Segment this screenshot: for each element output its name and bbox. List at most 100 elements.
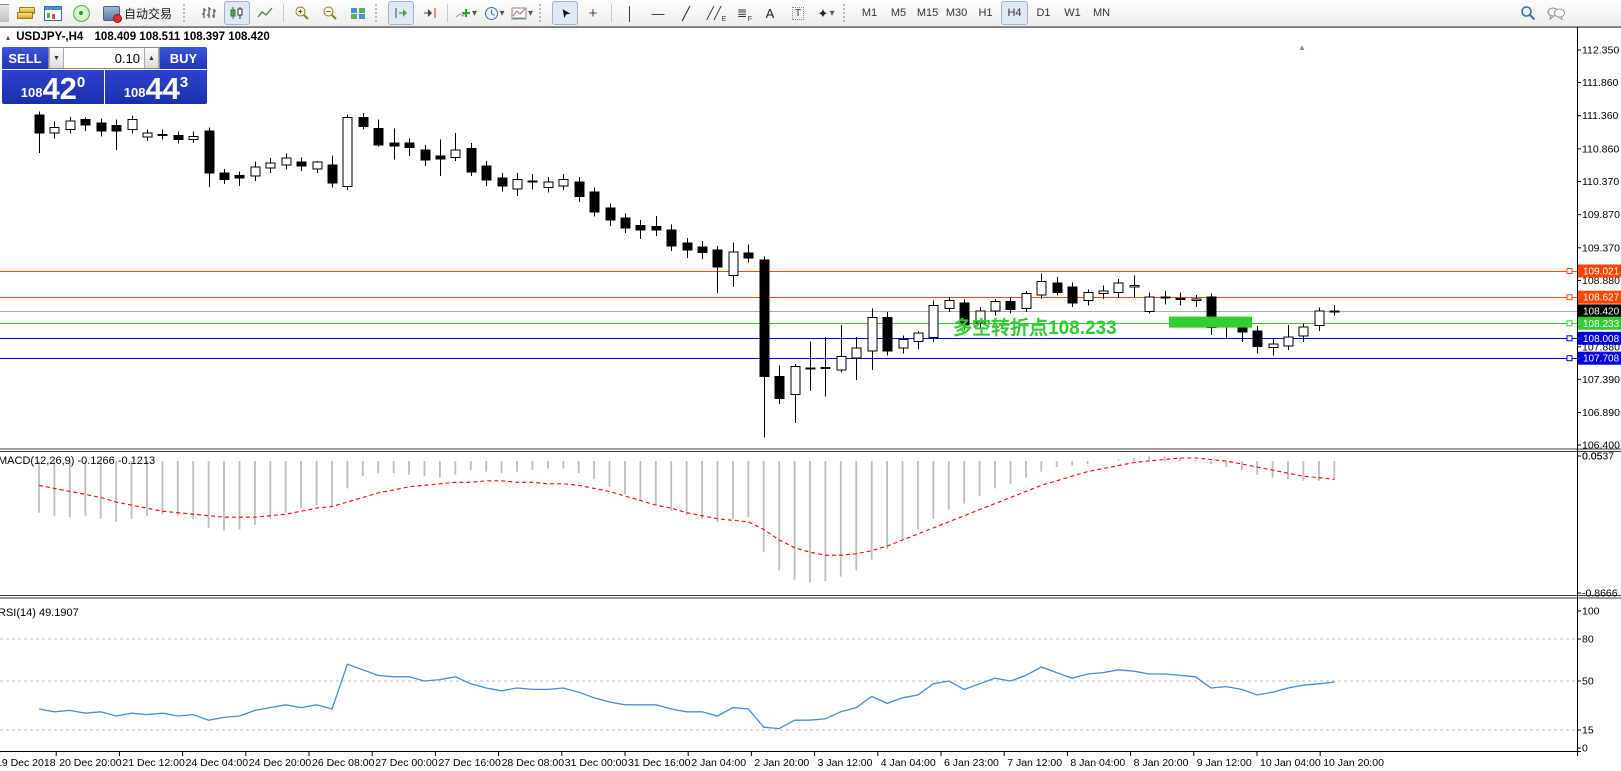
annotation-text[interactable]: 多空转折点108.233: [953, 313, 1117, 340]
dropdown-arrow-icon[interactable]: ▾: [472, 8, 477, 19]
crosshair-button[interactable]: +: [580, 1, 606, 25]
time-tick-label: 8 Jan 04:00: [1070, 757, 1125, 769]
signals-button[interactable]: [68, 1, 94, 25]
clock-icon: [484, 6, 499, 21]
price-badge-label: 107.708: [1583, 354, 1620, 365]
tf-h4-button[interactable]: H4: [1001, 1, 1028, 25]
cursor-icon: ➤: [556, 5, 573, 21]
auto-trading-button[interactable]: 自动交易: [96, 1, 179, 25]
bar-chart-icon: [201, 6, 217, 20]
trendline-button[interactable]: ╱: [673, 1, 699, 25]
time-tick-label: 24 Dec 04:00: [186, 757, 249, 769]
horizontal-line-button[interactable]: —: [645, 1, 671, 25]
zoom-out-icon: [322, 5, 338, 21]
arrows-button[interactable]: ✦▾: [813, 1, 839, 25]
indicators-icon: [455, 6, 471, 20]
time-tick-label: 6 Jan 23:00: [944, 757, 999, 769]
time-tick-label: 7 Jan 12:00: [1007, 757, 1062, 769]
tf-m1-button[interactable]: M1: [856, 1, 883, 25]
new-window-button[interactable]: [40, 1, 66, 25]
gold-button[interactable]: [12, 1, 38, 25]
price-badge-label: 109.021: [1583, 267, 1620, 278]
channel-button[interactable]: ╱╱E: [701, 1, 727, 25]
price-tick-label: 109.370: [1582, 242, 1620, 254]
price-tick-label: 107.390: [1582, 374, 1620, 386]
tile-windows-button[interactable]: [345, 1, 371, 25]
hline-hook: [1567, 356, 1572, 361]
time-tick-label: 20 Dec 20:00: [59, 757, 122, 769]
tf-mn-button[interactable]: MN: [1088, 1, 1115, 25]
zoom-out-button[interactable]: [317, 1, 343, 25]
dropdown-arrow-icon[interactable]: ▾: [500, 8, 505, 19]
volume-decrease-button[interactable]: ▼: [49, 48, 64, 68]
dropdown-arrow-icon[interactable]: ▾: [829, 8, 834, 19]
candlestick-chart-button[interactable]: [224, 1, 250, 25]
volume-input[interactable]: 0.10: [64, 51, 144, 66]
volume-increase-button[interactable]: ▲: [144, 48, 159, 68]
chat-icon: [1547, 6, 1565, 20]
indicators-button[interactable]: ▾: [453, 1, 479, 25]
zoom-in-button[interactable]: [289, 1, 315, 25]
buy-price-display[interactable]: 108443: [105, 70, 207, 104]
highlight-rectangle[interactable]: [1169, 317, 1252, 328]
hline-hook: [1567, 295, 1572, 300]
toolbar-separator: [611, 4, 612, 22]
toolbar: 自动交易 ▾: [0, 0, 1621, 27]
chart-marker-icon: ▴: [6, 33, 10, 42]
price-tick-label: 111.360: [1582, 110, 1619, 122]
tf-d1-button[interactable]: D1: [1030, 1, 1057, 25]
cursor-button[interactable]: ➤: [552, 1, 578, 25]
tf-w1-button[interactable]: W1: [1059, 1, 1086, 25]
crosshair-icon: +: [589, 6, 598, 21]
search-button[interactable]: [1515, 1, 1541, 25]
vertical-line-button[interactable]: │: [617, 1, 643, 25]
price-badge-label: 108.233: [1583, 319, 1620, 330]
tf-m30-button[interactable]: M30: [943, 1, 970, 25]
buy-price-prefix: 108: [124, 85, 146, 100]
time-tick-label: 28 Dec 08:00: [502, 757, 565, 769]
chat-button[interactable]: [1543, 1, 1569, 25]
rsi-indicator-label: RSI(14) 49.1907: [0, 607, 79, 619]
price-tick-label: 112.350: [1582, 45, 1619, 57]
toolbar-grip: [183, 4, 192, 22]
tf-m5-button[interactable]: M5: [885, 1, 912, 25]
text-label-button[interactable]: T: [785, 1, 811, 25]
chart-canvas[interactable]: ▲112.350111.860111.360110.860110.370109.…: [0, 27, 1621, 771]
buy-price-sup: 3: [180, 74, 188, 91]
bar-chart-button[interactable]: [196, 1, 222, 25]
buy-button[interactable]: BUY: [160, 47, 207, 69]
trendline-icon: ╱: [682, 7, 690, 20]
toolbar-grip: [375, 4, 384, 22]
toolbar-grip: [843, 4, 852, 22]
fibonacci-button[interactable]: ≣F: [729, 1, 755, 25]
templates-button[interactable]: ▾: [509, 1, 535, 25]
toolbar-grip: [539, 4, 548, 22]
hline-hook: [1567, 269, 1572, 274]
price-tick-label: 110.370: [1582, 176, 1619, 188]
auto-scroll-button[interactable]: [388, 1, 414, 25]
sell-button[interactable]: SELL: [2, 47, 48, 69]
text-button[interactable]: A: [757, 1, 783, 25]
time-tick-label: 27 Dec 00:00: [375, 757, 438, 769]
tf-h1-button[interactable]: H1: [972, 1, 999, 25]
line-chart-button[interactable]: [252, 1, 278, 25]
sell-price-prefix: 108: [21, 85, 43, 100]
dropdown-arrow-icon[interactable]: ▾: [528, 8, 533, 19]
tf-m15-button[interactable]: M15: [914, 1, 941, 25]
buy-price-main: 44: [145, 75, 179, 103]
periods-button[interactable]: ▾: [481, 1, 507, 25]
gold-icon: [17, 7, 33, 19]
auto-trading-icon: [103, 6, 120, 21]
chart-shift-button[interactable]: [416, 1, 442, 25]
line-chart-icon: [257, 6, 273, 20]
chart-title: ▴ USDJPY-,H4 108.409 108.511 108.397 108…: [6, 31, 270, 43]
time-tick-label: 9 Jan 12:00: [1197, 757, 1252, 769]
price-badge-label: 108.008: [1583, 334, 1620, 345]
chart-window: ▲112.350111.860111.360110.860110.370109.…: [0, 27, 1621, 771]
sell-price-display[interactable]: 108420: [2, 70, 104, 104]
rsi-scale-label: 0: [1582, 743, 1588, 755]
auto-trading-label: 自动交易: [124, 5, 172, 22]
text-icon: A: [766, 7, 775, 20]
price-badge-label: 108.420: [1583, 306, 1620, 317]
signal-icon: [73, 5, 90, 22]
